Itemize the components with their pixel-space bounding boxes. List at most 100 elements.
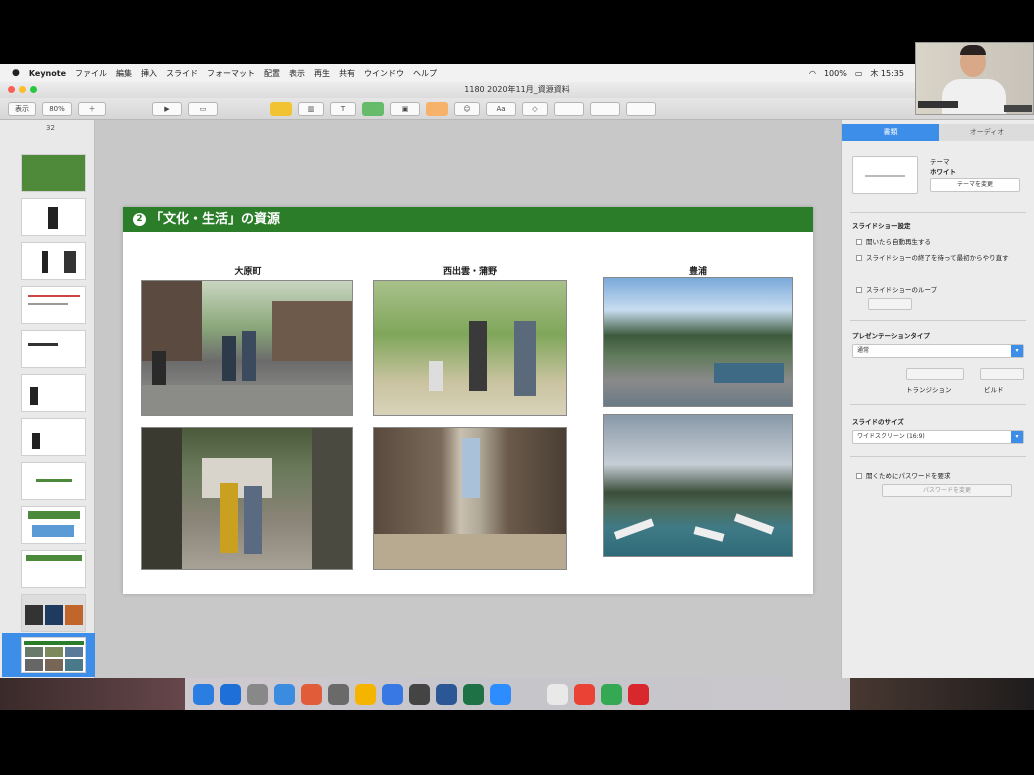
slide-size-select[interactable]: ワイドスクリーン (16:9) ▾ (852, 430, 1024, 444)
chrome-alt-icon[interactable] (574, 683, 595, 705)
person-hair (960, 45, 986, 55)
tab-document[interactable]: 書類 (842, 124, 939, 141)
slide-thumbnail[interactable] (21, 594, 86, 632)
word-icon[interactable] (436, 683, 457, 705)
menu-slide[interactable]: スライド (166, 68, 198, 79)
photo-street-bicycles[interactable] (141, 280, 353, 416)
slide-thumbnail[interactable] (21, 330, 86, 368)
battery-icon[interactable]: ▭ (855, 69, 863, 78)
excel-icon[interactable] (463, 683, 484, 705)
autoplay-checkbox[interactable] (856, 239, 862, 245)
zoom-button[interactable]: 80% (42, 101, 72, 116)
inspector-panel: 書類 オーディオ テーマ ホワイト テーマを変更 スライドショー設定 開いたら自… (841, 120, 1034, 678)
zoom-icon[interactable] (490, 683, 511, 705)
share-icon[interactable] (590, 101, 620, 116)
loop-delay-field[interactable] (868, 298, 912, 310)
document-icon[interactable] (554, 101, 584, 116)
keynote-icon[interactable] (355, 683, 376, 705)
comment-icon[interactable] (426, 101, 448, 116)
launchpad-icon[interactable] (247, 683, 268, 705)
restart-checkbox-row[interactable]: スライドショーの終了を待って最初からやり直す (856, 252, 1016, 262)
evernote-icon[interactable] (601, 683, 622, 705)
slide-thumbnail[interactable] (21, 154, 86, 192)
slide-thumbnail[interactable] (21, 506, 86, 544)
change-password-button[interactable]: パスワードを変更 (882, 484, 1012, 497)
chrome-icon[interactable] (547, 683, 568, 705)
theme-preview[interactable] (852, 156, 918, 194)
menu-bar: ● Keynote ファイル 編集 挿入 スライド フォーマット 配置 表示 再… (0, 64, 1034, 82)
presentation-type-section-title: プレゼンテーションタイプ (852, 332, 930, 340)
media-icon[interactable]: ▣ (390, 101, 420, 116)
loop-checkbox[interactable] (856, 287, 862, 293)
collaborate-icon[interactable]: ☺ (454, 101, 480, 116)
autoplay-checkbox-row[interactable]: 開いたら自動再生する (856, 236, 931, 246)
tab-audio[interactable]: オーディオ (939, 124, 1034, 141)
menu-play[interactable]: 再生 (314, 68, 330, 79)
theme-value: ホワイト (930, 168, 956, 176)
powerpoint-icon[interactable] (628, 683, 649, 705)
slide-thumbnail[interactable] (21, 418, 86, 456)
slide-thumbnail[interactable] (21, 198, 86, 236)
slide-thumbnail[interactable] (21, 374, 86, 412)
photos-icon[interactable] (301, 683, 322, 705)
slide[interactable]: 2 「文化・生活」の資源 大原町 西出雲・蒲野 豊浦 (123, 207, 813, 594)
close-window-icon[interactable] (8, 86, 15, 93)
app-menu[interactable]: Keynote (29, 69, 66, 78)
loop-checkbox-row[interactable]: スライドショーのループ (856, 284, 937, 294)
play-button[interactable]: ▶ (152, 101, 182, 116)
photo-harbor-aerial[interactable] (603, 277, 793, 407)
slide-thumbnail[interactable] (21, 242, 86, 280)
text-icon[interactable]: T (330, 101, 356, 116)
menu-edit[interactable]: 編集 (116, 68, 132, 79)
minimize-window-icon[interactable] (19, 86, 26, 93)
select-arrow-icon: ▾ (1011, 431, 1023, 443)
transitions-label: トランジション (906, 386, 952, 394)
webcam-label (1004, 105, 1032, 112)
app-store-icon[interactable] (382, 683, 403, 705)
shape-icon[interactable] (362, 101, 384, 116)
transition-delay-field[interactable] (906, 368, 964, 380)
apple-icon[interactable]: ● (12, 68, 20, 78)
menu-view[interactable]: 表示 (289, 68, 305, 79)
change-theme-button[interactable]: テーマを変更 (930, 178, 1020, 192)
menu-format[interactable]: フォーマット (207, 68, 255, 79)
table-icon[interactable] (270, 101, 292, 116)
add-slide-button[interactable]: ＋ (78, 101, 106, 116)
menu-arrange[interactable]: 配置 (264, 68, 280, 79)
wifi-icon[interactable]: ◠ (809, 69, 816, 78)
format-icon[interactable]: Aa (486, 101, 516, 116)
menu-share[interactable]: 共有 (339, 68, 355, 79)
menu-help[interactable]: ヘルプ (413, 68, 437, 79)
finder-icon[interactable] (193, 683, 214, 705)
slide-thumbnail[interactable] (21, 550, 86, 588)
photo-couple-walking[interactable] (141, 427, 353, 570)
password-checkbox[interactable] (856, 473, 862, 479)
mail-icon[interactable] (274, 683, 295, 705)
menu-insert[interactable]: 挿入 (141, 68, 157, 79)
view-button[interactable]: 表示 (8, 101, 36, 116)
safari-icon[interactable] (220, 683, 241, 705)
menu-file[interactable]: ファイル (75, 68, 107, 79)
slide-thumbnail[interactable] (21, 286, 86, 324)
chart-icon[interactable]: ▥ (298, 101, 324, 116)
slide-thumbnail[interactable] (21, 462, 86, 500)
preview-icon[interactable] (328, 683, 349, 705)
slide-canvas: 2 「文化・生活」の資源 大原町 西出雲・蒲野 豊浦 (96, 120, 841, 678)
tips-icon[interactable] (626, 101, 656, 116)
photo-field-people[interactable] (373, 280, 567, 416)
battery-level[interactable]: 100% (824, 69, 847, 78)
animate-icon[interactable]: ◇ (522, 101, 548, 116)
photo-boats-harbor[interactable] (603, 414, 793, 557)
restart-checkbox[interactable] (856, 255, 862, 261)
menu-window[interactable]: ウインドウ (364, 68, 404, 79)
zoom-window-icon[interactable] (30, 86, 37, 93)
keynote-live-button[interactable]: ▭ (188, 101, 218, 116)
screenshot-icon[interactable] (409, 683, 430, 705)
build-delay-field[interactable] (980, 368, 1024, 380)
password-checkbox-row[interactable]: 開くためにパスワードを要求 (856, 470, 951, 480)
clock[interactable]: 木 15:35 (870, 68, 904, 79)
photo-alley[interactable] (373, 427, 567, 570)
slide-thumbnail-selected[interactable] (21, 637, 86, 673)
presentation-type-select[interactable]: 通常 ▾ (852, 344, 1024, 358)
dock (185, 678, 850, 710)
